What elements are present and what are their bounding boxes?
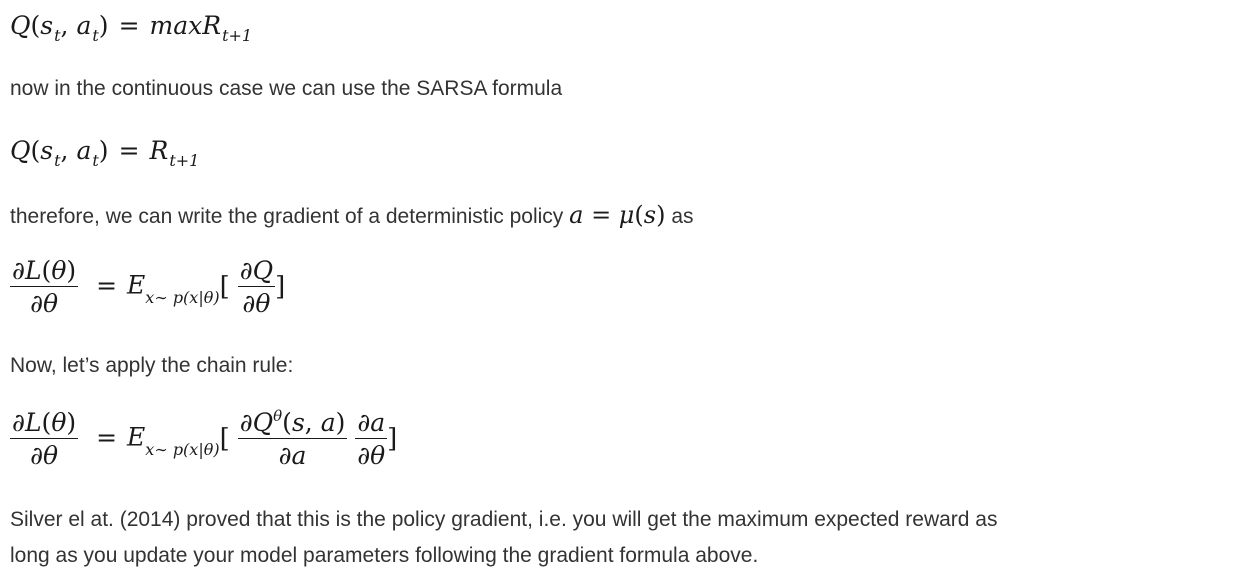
fraction-dq-da: ∂Qθ(s, a) ∂a bbox=[237, 407, 348, 470]
paragraph-silver-line2: long as you update your model parameters… bbox=[10, 544, 759, 567]
equation-q-max: Q(st, at) = maxRt+1 bbox=[10, 11, 253, 45]
paragraph-deterministic-policy: therefore, we can write the gradient of … bbox=[10, 197, 694, 235]
paragraph-deterministic-policy-text: therefore, we can write the gradient of … bbox=[10, 205, 564, 228]
equation-q-sarsa: Q(st, at) = Rt+1 bbox=[10, 136, 200, 170]
fraction-dl-dtheta-2: ∂L(θ) ∂θ bbox=[10, 408, 79, 470]
equation-chain-rule: ∂L(θ) ∂θ = Ex∼ p(x|θ)[ ∂Qθ(s, a) ∂a ∂a ∂θ… bbox=[10, 407, 398, 470]
fraction-da-dtheta: ∂a ∂θ bbox=[355, 408, 388, 470]
fraction-dq-dtheta: ∂Q ∂θ bbox=[237, 256, 276, 318]
equation-gradient: ∂L(θ) ∂θ = Ex∼ p(x|θ)[ ∂Q ∂θ ] bbox=[10, 256, 286, 318]
inline-policy-formula: a = μ(s) bbox=[569, 201, 666, 229]
paragraph-silver-line1: Silver el at. (2014) proved that this is… bbox=[10, 508, 998, 531]
paragraph-continuous: now in the continuous case we can use th… bbox=[10, 77, 563, 100]
fraction-dl-dtheta: ∂L(θ) ∂θ bbox=[10, 256, 79, 318]
paragraph-suffix: as bbox=[671, 205, 694, 228]
paragraph-chain-rule: Now, let’s apply the chain rule: bbox=[10, 354, 294, 377]
